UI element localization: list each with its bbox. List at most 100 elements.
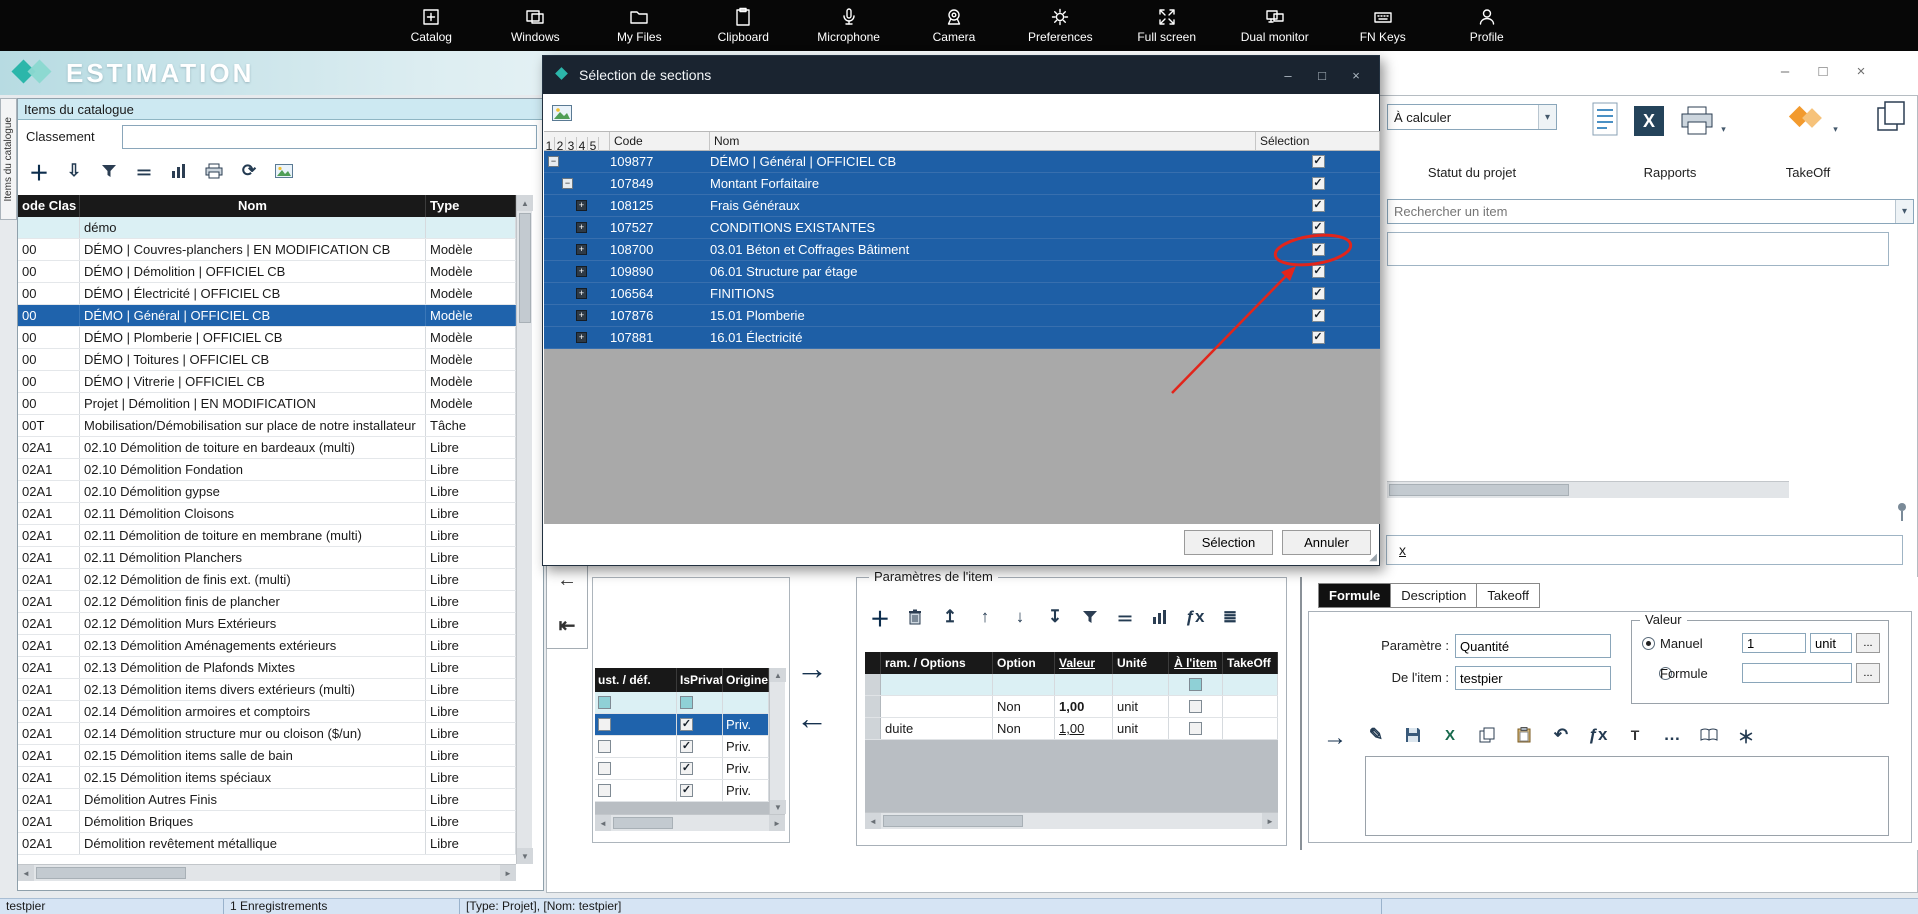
checkbox[interactable]: ✓ — [1312, 243, 1325, 256]
highlight-icon[interactable]: ＊ — [1735, 724, 1757, 746]
catalog-row[interactable]: 02A1Démolition revêtement métalliqueLibr… — [18, 833, 516, 855]
checkbox[interactable] — [598, 784, 611, 797]
column-header[interactable]: À l'item — [1169, 652, 1223, 674]
back-icon[interactable]: ← — [556, 570, 578, 592]
classement-input[interactable] — [122, 125, 537, 149]
tree-expander-icon[interactable]: − — [548, 156, 559, 167]
catalog-row[interactable]: 02A1Démolition Autres FinisLibre — [18, 789, 516, 811]
column-header-code[interactable]: ode Clas — [18, 195, 80, 217]
checkbox[interactable] — [1189, 722, 1202, 735]
vertical-scrollbar[interactable]: ▲ ▼ — [516, 195, 532, 864]
column-header[interactable]: Option — [993, 652, 1055, 674]
checkbox[interactable]: ✓ — [1312, 177, 1325, 190]
formula-cell-field[interactable]: x — [1386, 535, 1903, 565]
filter-icon[interactable] — [98, 160, 120, 182]
move-left-icon[interactable]: ← — [796, 702, 828, 734]
import-icon[interactable]: ⇩ — [63, 160, 85, 182]
unit-more-button[interactable]: ... — [1856, 633, 1880, 653]
column-header[interactable]: TakeOff — [1223, 652, 1278, 674]
topbar-item-dual-monitor[interactable]: Dual monitor — [1241, 7, 1309, 44]
topbar-item-camera[interactable]: Camera — [924, 7, 984, 44]
move-right-icon[interactable]: → — [796, 652, 828, 684]
dialog-maximize-button[interactable]: □ — [1305, 63, 1339, 87]
catalog-row[interactable]: 02A102.10 Démolition de toiture en barde… — [18, 437, 516, 459]
catalog-row[interactable]: 02A102.14 Démolition armoires et comptoi… — [18, 701, 516, 723]
checkbox[interactable]: ✓ — [680, 718, 693, 731]
search-chevron-icon[interactable]: ▾ — [1895, 200, 1913, 223]
checkbox[interactable] — [598, 762, 611, 775]
takeoff-icon[interactable] — [1788, 102, 1826, 137]
catalog-row[interactable]: 02A102.10 Démolition gypseLibre — [18, 481, 516, 503]
level-header[interactable] — [599, 132, 610, 150]
catalog-row[interactable]: 00TMobilisation/Démobilisation sur place… — [18, 415, 516, 437]
save-icon[interactable] — [1402, 724, 1424, 746]
filter-row[interactable] — [865, 674, 1278, 696]
tree-expander-icon[interactable]: + — [576, 288, 587, 299]
catalog-row[interactable]: 02A102.12 Démolition Murs ExtérieursLibr… — [18, 613, 516, 635]
scroll-left-icon[interactable]: ◄ — [18, 865, 34, 881]
checkbox[interactable]: ✓ — [680, 762, 693, 775]
print-icon[interactable] — [203, 160, 225, 182]
statut-combo[interactable]: À calculer ▾ — [1387, 104, 1557, 130]
scroll-right-icon[interactable]: ► — [500, 865, 516, 881]
scrollbar-thumb[interactable] — [519, 213, 531, 323]
move-up-icon[interactable]: ↑ — [974, 606, 996, 628]
checkbox[interactable] — [598, 696, 611, 709]
checkbox[interactable]: ✓ — [1312, 265, 1325, 278]
formula-icon[interactable]: ƒx — [1184, 606, 1206, 628]
catalog-row[interactable]: 02A102.12 Démolition de finis ext. (mult… — [18, 569, 516, 591]
formula-textarea[interactable] — [1365, 756, 1889, 836]
pin-icon[interactable] — [1896, 502, 1908, 525]
scrollbar-thumb[interactable] — [36, 867, 186, 879]
copy-icon[interactable] — [1476, 724, 1498, 746]
apply-arrow-icon[interactable]: → — [1323, 724, 1347, 752]
param-row[interactable]: duiteNon1,00unit — [865, 718, 1278, 740]
section-row[interactable]: −107849Montant Forfaitaire✓ — [544, 173, 1380, 195]
scroll-left-icon[interactable]: ◄ — [595, 815, 611, 831]
table-row[interactable]: ✓Priv. — [595, 736, 769, 758]
column-header[interactable]: ust. / déf. — [595, 668, 677, 692]
duplicate-window-icon[interactable] — [1876, 100, 1906, 135]
catalog-row[interactable]: 02A102.10 Démolition FondationLibre — [18, 459, 516, 481]
tab-takeoff[interactable]: Takeoff — [1476, 583, 1540, 608]
resize-grip-icon[interactable]: ◢ — [1369, 552, 1377, 563]
catalog-row[interactable]: 02A102.13 Démolition Aménagements extéri… — [18, 635, 516, 657]
topbar-item-microphone[interactable]: Microphone — [817, 7, 880, 44]
scroll-left-icon[interactable]: ◄ — [865, 813, 881, 829]
empty-field[interactable] — [1387, 232, 1889, 266]
column-header-selection[interactable]: Sélection — [1256, 132, 1380, 150]
tree-expander-icon[interactable]: + — [576, 200, 587, 211]
horizontal-scrollbar[interactable] — [1387, 481, 1789, 498]
de-litem-input[interactable] — [1455, 666, 1611, 690]
filter-row[interactable] — [595, 692, 769, 714]
topbar-item-preferences[interactable]: Preferences — [1028, 7, 1093, 44]
tab-description[interactable]: Description — [1390, 583, 1476, 608]
topbar-item-clipboard[interactable]: Clipboard — [713, 7, 773, 44]
section-row[interactable]: +106564FINITIONS✓ — [544, 283, 1380, 305]
move-top-icon[interactable]: ↥ — [939, 606, 961, 628]
catalog-row[interactable]: 00DÉMO | Démolition | OFFICIEL CBModèle — [18, 261, 516, 283]
checkbox[interactable]: ✓ — [1312, 155, 1325, 168]
formule-value-input[interactable] — [1742, 663, 1852, 683]
dialog-close-button[interactable]: × — [1339, 63, 1373, 87]
catalog-row[interactable]: 00DÉMO | Couvres-planchers | EN MODIFICA… — [18, 239, 516, 261]
paste-icon[interactable] — [1513, 724, 1535, 746]
catalog-row[interactable]: 00DÉMO | Toitures | OFFICIEL CBModèle — [18, 349, 516, 371]
more-icon[interactable]: … — [1661, 724, 1683, 746]
section-row[interactable]: +108125Frais Généraux✓ — [544, 195, 1380, 217]
checkbox[interactable]: ✓ — [680, 784, 693, 797]
checkbox[interactable]: ✓ — [1312, 287, 1325, 300]
dialog-minimize-button[interactable]: – — [1271, 63, 1305, 87]
horizontal-scrollbar[interactable]: ◄ ► — [18, 864, 516, 881]
select-button[interactable]: Sélection — [1184, 530, 1273, 555]
checkbox[interactable]: ✓ — [1312, 331, 1325, 344]
topbar-item-fn-keys[interactable]: FN Keys — [1353, 7, 1413, 44]
tree-expander-icon[interactable]: + — [576, 244, 587, 255]
tree-expander-icon[interactable]: + — [576, 332, 587, 343]
manuel-radio[interactable] — [1642, 637, 1655, 650]
minimize-button[interactable]: – — [1766, 58, 1804, 84]
table-row[interactable]: ✓Priv. — [595, 758, 769, 780]
topbar-item-catalog[interactable]: Catalog — [401, 7, 461, 44]
tree-expander-icon[interactable]: − — [562, 178, 573, 189]
checkbox[interactable]: ✓ — [1312, 221, 1325, 234]
